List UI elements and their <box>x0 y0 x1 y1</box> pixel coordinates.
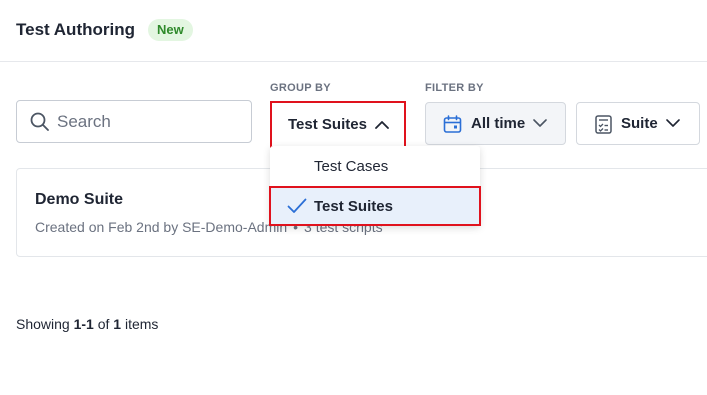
checklist-icon <box>595 115 612 134</box>
chevron-down-icon <box>533 119 547 127</box>
pagination-summary: Showing 1-1 of 1 items <box>16 316 158 332</box>
time-filter-button[interactable]: All time <box>425 102 566 145</box>
time-filter-label: All time <box>471 115 526 132</box>
search-input[interactable] <box>57 101 247 142</box>
type-filter-label: Suite <box>621 115 658 132</box>
page-title: Test Authoring <box>16 20 135 39</box>
group-by-label: GROUP BY <box>270 82 331 94</box>
option-label: Test Cases <box>314 158 389 175</box>
checkmark-icon <box>287 198 307 213</box>
dropdown-option-test-suites[interactable]: Test Suites <box>269 186 481 226</box>
summary-prefix: Showing <box>16 316 70 332</box>
search-box[interactable] <box>16 100 252 143</box>
summary-range: 1-1 <box>73 316 94 332</box>
chevron-down-icon <box>666 119 680 127</box>
search-icon <box>30 112 49 131</box>
filter-by-label: FILTER BY <box>425 82 484 94</box>
new-badge: New <box>148 19 193 41</box>
group-by-dropdown: Test Cases Test Suites <box>269 146 481 226</box>
dropdown-option-test-cases[interactable]: Test Cases <box>270 146 480 186</box>
summary-total: 1 <box>113 316 122 332</box>
calendar-icon <box>443 115 462 133</box>
page-header: Test Authoring New <box>0 0 707 62</box>
group-by-button[interactable]: Test Suites <box>270 101 406 148</box>
chevron-up-icon <box>375 121 389 129</box>
group-by-button-label: Test Suites <box>288 116 367 133</box>
suite-name: Demo Suite <box>35 191 124 208</box>
summary-suffix: items <box>124 316 159 332</box>
type-filter-button[interactable]: Suite <box>576 102 700 145</box>
suite-created: Created on Feb 2nd by SE-Demo-Admin <box>35 219 288 235</box>
option-label: Test Suites <box>314 198 393 215</box>
summary-of: of <box>97 316 110 332</box>
